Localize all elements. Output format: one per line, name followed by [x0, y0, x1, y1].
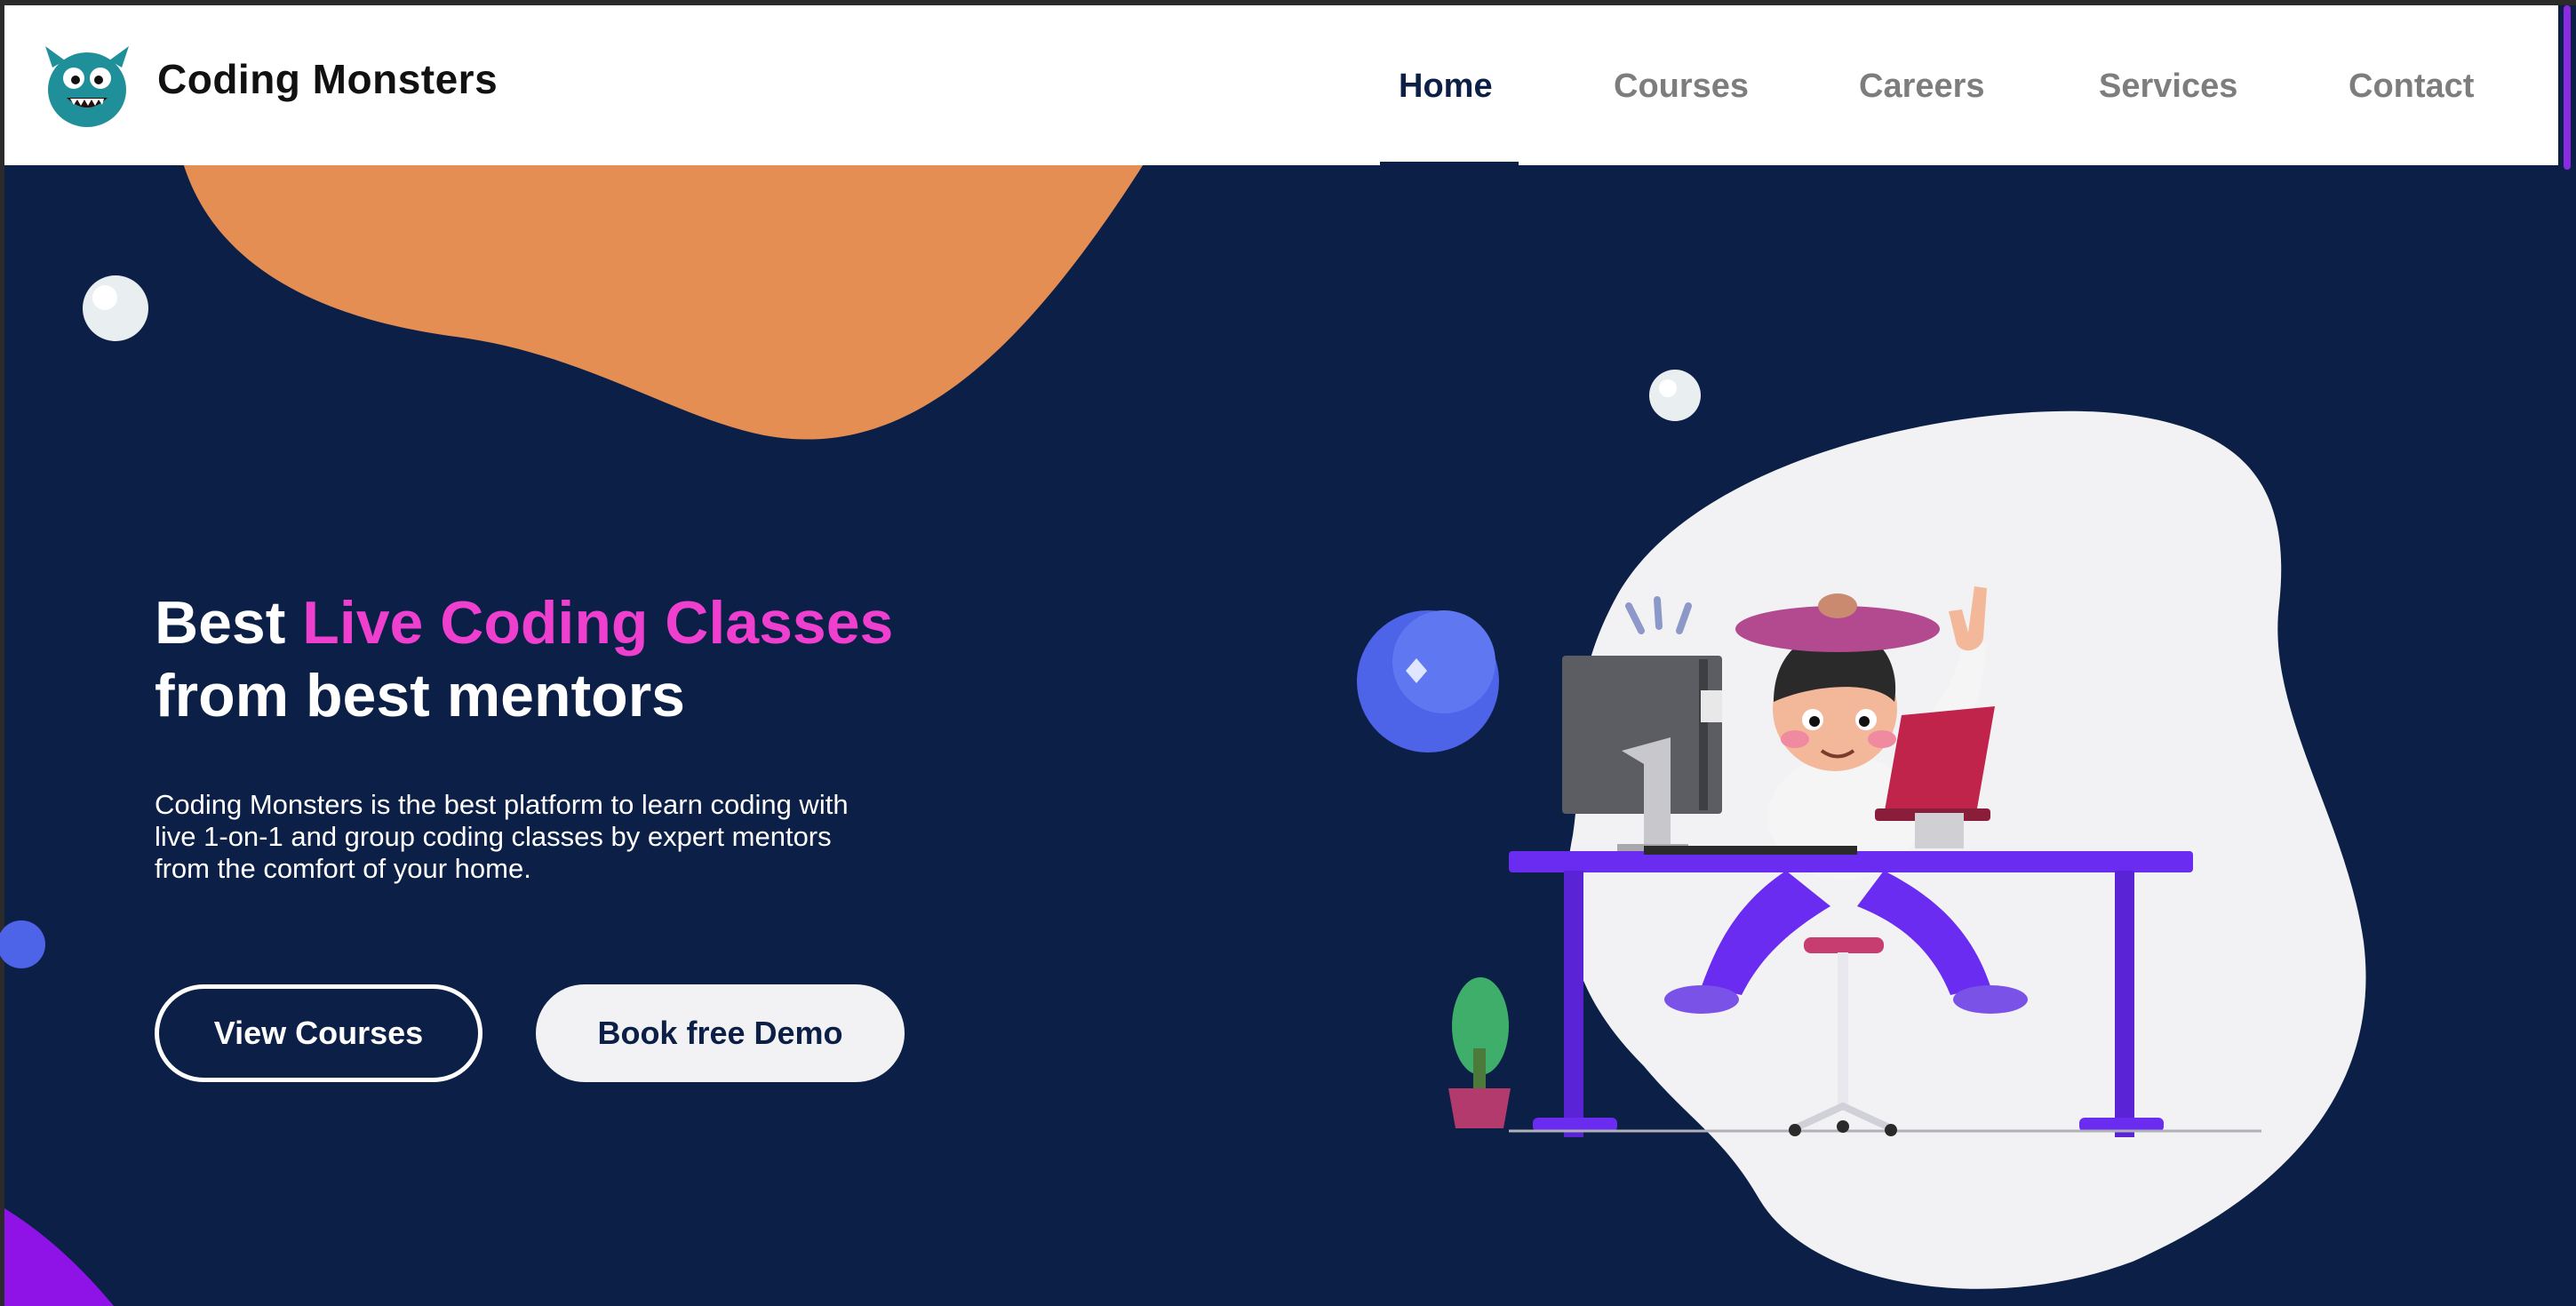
page-scrollbar[interactable]	[2558, 5, 2576, 1306]
active-nav-indicator	[1380, 162, 1519, 165]
blue-sphere-edge	[0, 920, 45, 968]
hero-title: Best Live Coding Classes from best mento…	[155, 586, 893, 732]
nav-home[interactable]: Home	[1399, 68, 1493, 106]
laptop	[1884, 706, 1995, 816]
purple-corner-shape	[4, 1208, 114, 1306]
brand-name[interactable]: Coding Monsters	[157, 55, 498, 103]
white-sphere-left	[83, 275, 148, 341]
nav-careers[interactable]: Careers	[1859, 68, 1985, 106]
hero-title-line2: from best mentors	[155, 662, 685, 729]
nav-contact[interactable]: Contact	[2349, 68, 2474, 106]
view-courses-button[interactable]: View Courses	[155, 984, 483, 1082]
book-demo-button[interactable]: Book free Demo	[536, 984, 905, 1082]
hero-title-accent: Live Coding Classes	[302, 589, 894, 657]
chair-seat	[1804, 937, 1884, 953]
orange-blob	[182, 160, 1146, 440]
hero-description: Coding Monsters is the best platform to …	[155, 789, 849, 884]
nav-services[interactable]: Services	[2099, 68, 2237, 106]
nav-courses[interactable]: Courses	[1614, 68, 1749, 106]
coding-kid-illustration	[1357, 410, 2366, 1289]
top-navbar: Coding Monsters Home Courses Careers Ser…	[4, 5, 2558, 165]
hero-title-prefix: Best	[155, 589, 303, 657]
scrollbar-thumb[interactable]	[2564, 5, 2571, 170]
monitor	[1562, 656, 1722, 814]
monster-logo-icon[interactable]	[40, 41, 134, 130]
